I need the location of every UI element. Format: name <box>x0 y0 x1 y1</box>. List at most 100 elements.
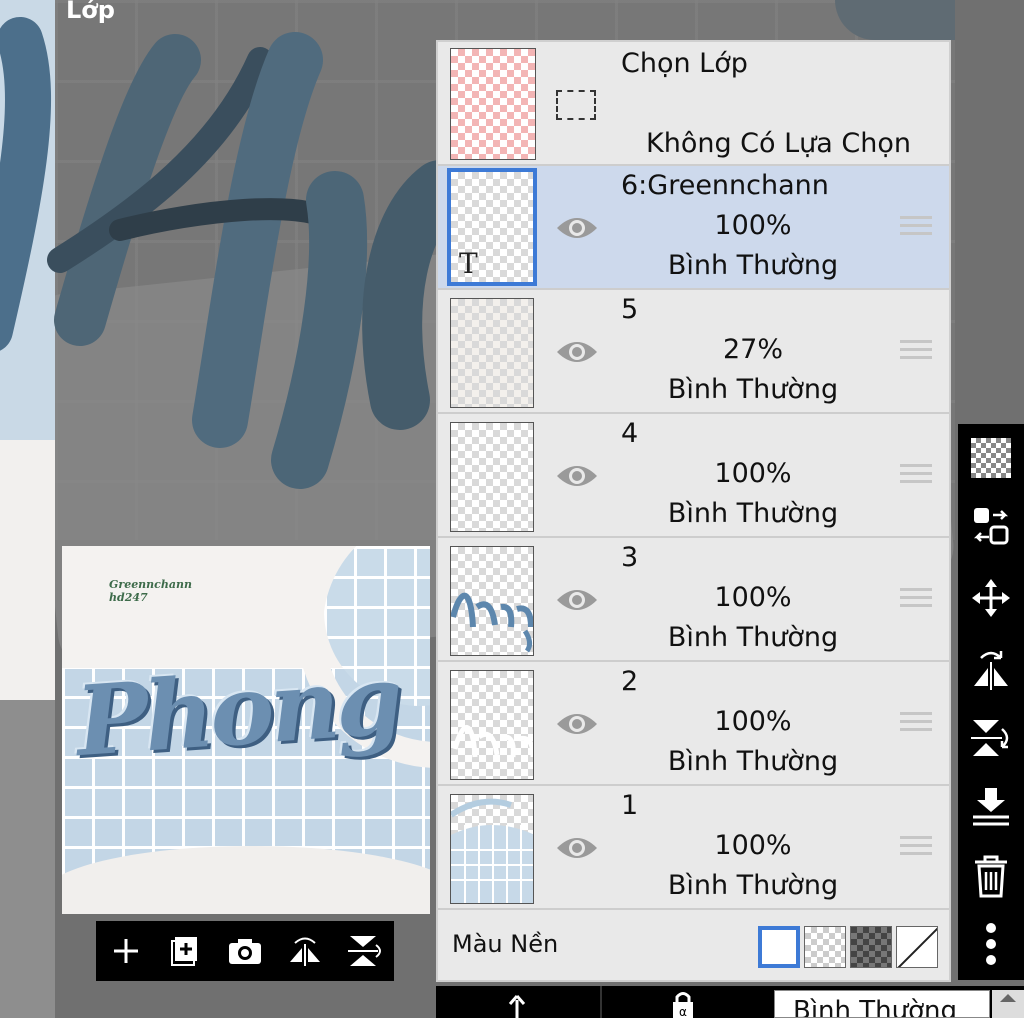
selection-marquee-icon <box>556 90 596 120</box>
text-layer-marker: T <box>459 247 478 280</box>
layer-blend-mode: Bình Thường <box>667 870 839 901</box>
layer-thumbnail <box>450 298 534 408</box>
layer-panel: Chọn Lớp Không Có Lựa Chọn T 6:Greenncha… <box>436 40 951 982</box>
canvas-preview[interactable]: Greennchann hd247 Phong <box>62 546 430 914</box>
flip-vertical-icon <box>348 936 382 966</box>
move-icon <box>972 579 1010 617</box>
preview-signature: Greennchann hd247 <box>109 578 192 604</box>
background-none-swatch[interactable] <box>896 926 938 968</box>
selection-status: Không Có Lựa Chọn <box>646 128 912 159</box>
lock-alpha-icon[interactable]: α <box>670 990 696 1018</box>
selection-layer-thumbnail <box>450 48 536 160</box>
layer-opacity: 100% <box>714 458 792 489</box>
selection-layer-row[interactable]: Chọn Lớp Không Có Lựa Chọn <box>438 42 949 166</box>
flip-vertical-button[interactable] <box>342 929 386 973</box>
blend-mode-dropdown[interactable]: Bình Thường <box>774 990 990 1018</box>
layer-blend-mode: Bình Thường <box>667 374 839 405</box>
preview-artwork-word: Phong <box>72 642 403 779</box>
flip-horizontal-icon <box>974 651 1008 690</box>
plus-icon <box>113 939 138 963</box>
layer-opacity: 100% <box>714 706 792 737</box>
add-layer-copy-button[interactable] <box>163 929 207 973</box>
screen-title: Lớp <box>66 0 115 24</box>
background-color-label: Màu Nền <box>452 930 559 958</box>
eye-icon[interactable] <box>555 336 599 368</box>
layer-blend-mode: Bình Thường <box>667 250 839 281</box>
svg-text:α: α <box>679 1005 687 1018</box>
layer-name: 6:Greennchann <box>621 170 829 201</box>
blend-mode-value: Bình Thường <box>793 996 958 1018</box>
preview-signature-line2: hd247 <box>109 591 148 604</box>
import-photo-button[interactable] <box>223 929 267 973</box>
layer-thumbnail <box>450 422 534 532</box>
layer-row-6[interactable]: T 6:Greennchann 100% Bình Thường <box>438 166 949 290</box>
merge-down-icon <box>973 788 1009 826</box>
drag-handle-icon[interactable] <box>900 588 932 610</box>
flip-vertical-icon <box>971 720 1009 756</box>
preview-toolbar <box>96 921 394 981</box>
checkerboard-icon <box>971 438 1011 478</box>
flip-vertical-layer-button[interactable] <box>969 716 1013 760</box>
white-lettering-thumbnail-art <box>452 724 533 758</box>
transparency-button[interactable] <box>969 436 1013 480</box>
background-white-swatch[interactable] <box>758 926 800 968</box>
merge-down-button[interactable] <box>969 784 1013 828</box>
blend-mode-dropdown-arrow[interactable] <box>992 990 1024 1018</box>
layer-blend-mode: Bình Thường <box>667 622 839 653</box>
canvas-corner-shape <box>835 0 955 40</box>
drag-handle-icon[interactable] <box>900 836 932 858</box>
layer-row-3[interactable]: 3 100% Bình Thường <box>438 538 949 662</box>
layer-opacity: 100% <box>714 210 792 241</box>
drag-handle-icon[interactable] <box>900 216 932 238</box>
lettering-thumbnail-art <box>451 592 533 653</box>
more-vertical-icon <box>986 923 996 965</box>
layer-name: 4 <box>621 418 639 449</box>
diagonal-slash-icon <box>897 927 937 967</box>
layer-name: 3 <box>621 542 639 573</box>
flip-horizontal-button[interactable] <box>283 929 327 973</box>
drag-handle-icon[interactable] <box>900 712 932 734</box>
chevron-up-icon <box>1000 994 1016 1002</box>
layer-name: 5 <box>621 294 639 325</box>
layer-blend-mode: Bình Thường <box>667 498 839 529</box>
layer-thumbnail <box>450 794 534 904</box>
background-thumbnail-art <box>451 798 533 903</box>
camera-icon <box>228 939 261 964</box>
clip-icon[interactable] <box>506 992 528 1018</box>
move-button[interactable] <box>969 576 1013 620</box>
layer-opacity: 100% <box>714 830 792 861</box>
preview-signature-line1: Greennchann <box>109 578 192 591</box>
layer-thumbnail <box>450 546 534 656</box>
eye-icon[interactable] <box>555 832 599 864</box>
layer-thumbnail <box>450 670 534 780</box>
swap-layer-button[interactable] <box>969 504 1013 548</box>
drag-handle-icon[interactable] <box>900 340 932 362</box>
background-transparent-swatch[interactable] <box>804 926 846 968</box>
eye-icon[interactable] <box>555 212 599 244</box>
more-options-button[interactable] <box>969 922 1013 966</box>
eye-icon[interactable] <box>555 708 599 740</box>
swap-layer-icon <box>973 508 1009 545</box>
layer-row-2[interactable]: 2 100% Bình Thường <box>438 662 949 786</box>
layer-tools-toolbar <box>958 424 1024 980</box>
eye-icon[interactable] <box>555 584 599 616</box>
delete-layer-button[interactable] <box>969 854 1013 898</box>
eye-icon[interactable] <box>555 460 599 492</box>
bottom-bar-divider <box>600 986 602 1018</box>
layer-row-5[interactable]: 5 27% Bình Thường <box>438 290 949 414</box>
selection-layer-title: Chọn Lớp <box>621 48 748 79</box>
layer-name: 1 <box>621 790 639 821</box>
drag-handle-icon[interactable] <box>900 464 932 486</box>
layer-row-1[interactable]: 1 100% Bình Thường <box>438 786 949 910</box>
layer-opacity: 100% <box>714 582 792 613</box>
layer-row-4[interactable]: 4 100% Bình Thường <box>438 414 949 538</box>
canvas-left-strip-gray <box>0 700 55 1018</box>
trash-icon <box>975 855 1007 898</box>
background-dark-checker-swatch[interactable] <box>850 926 892 968</box>
background-color-row: Màu Nền <box>438 912 949 980</box>
add-layer-copy-icon <box>171 937 198 966</box>
flip-horizontal-layer-button[interactable] <box>969 646 1013 690</box>
canvas-lettering-art <box>0 17 460 489</box>
layer-thumbnail: T <box>447 168 537 286</box>
add-layer-button[interactable] <box>104 929 148 973</box>
